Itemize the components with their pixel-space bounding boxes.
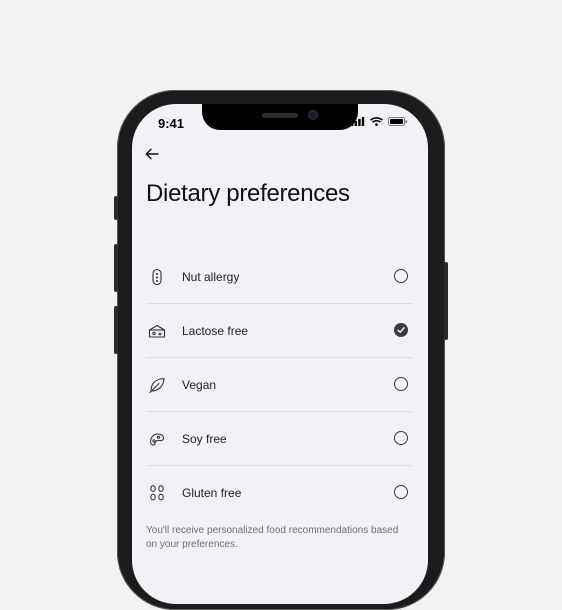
arrow-left-icon[interactable] [144,146,160,162]
footer-note: You'll receive personalized food recomme… [146,525,399,550]
radio-checked[interactable] [394,323,408,337]
soy-icon [149,432,165,446]
option-vegan[interactable]: Vegan [146,358,412,412]
volume-down-button [114,306,118,354]
option-soy-free[interactable]: Soy free [146,412,412,466]
option-gluten-free[interactable]: Gluten free [146,466,412,519]
status-time: 9:41 [158,116,185,131]
grain-icon [150,484,164,500]
page-title: Dietary preferences [146,180,350,207]
side-button [114,196,118,220]
wifi-icon [370,117,383,126]
radio-unchecked[interactable] [394,431,408,445]
status-icons [351,117,408,126]
signal-icon [351,117,365,126]
battery-icon [388,117,407,126]
screen: 9:41 Dietary preferences Nut allergy Lac… [132,104,428,604]
option-label: Gluten free [182,485,242,500]
cheese-icon [148,324,166,338]
option-lactose-free[interactable]: Lactose free [146,304,412,358]
option-nut-allergy[interactable]: Nut allergy [146,250,412,304]
radio-unchecked[interactable] [394,269,408,283]
speaker [262,113,298,118]
leaf-icon [149,377,165,393]
option-label: Vegan [182,377,217,392]
preferences-list: Nut allergy Lactose free Vegan Soy free … [146,250,412,519]
radio-unchecked[interactable] [394,377,408,391]
checkmark-icon [397,327,405,333]
option-label: Nut allergy [182,269,240,284]
option-label: Soy free [182,431,227,446]
notch [202,104,358,130]
power-button [444,262,448,340]
camera [308,110,318,120]
nut-icon [152,268,162,285]
volume-up-button [114,244,118,292]
option-label: Lactose free [182,323,249,338]
radio-unchecked[interactable] [394,485,408,499]
